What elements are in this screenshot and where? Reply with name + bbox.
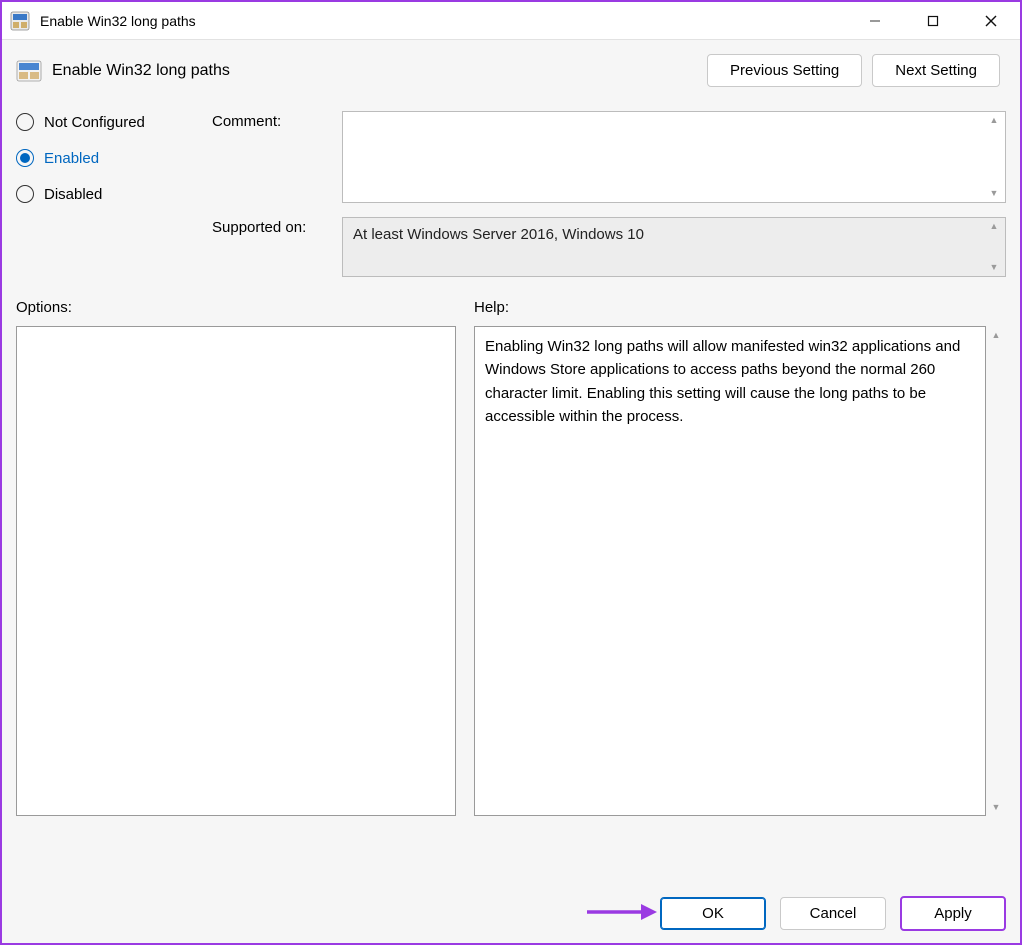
comment-textarea[interactable]: ▲ ▼ — [342, 111, 1006, 203]
help-wrap: Enabling Win32 long paths will allow man… — [474, 326, 1006, 878]
dialog-body: Enable Win32 long paths Previous Setting… — [2, 40, 1020, 943]
ok-button[interactable]: OK — [660, 897, 766, 930]
minimize-button[interactable] — [846, 2, 904, 39]
config-row: Not Configured Enabled Disabled Comment:… — [16, 111, 1006, 277]
scroll-up-icon: ▲ — [985, 222, 1003, 231]
window-title: Enable Win32 long paths — [40, 13, 846, 29]
state-radio-group: Not Configured Enabled Disabled — [16, 111, 188, 277]
radio-label: Disabled — [44, 186, 102, 203]
options-label: Options: — [16, 299, 456, 316]
close-button[interactable] — [962, 2, 1020, 39]
help-label: Help: — [474, 299, 509, 316]
footer-buttons: OK Cancel Apply — [16, 878, 1006, 931]
help-panel: Enabling Win32 long paths will allow man… — [474, 326, 986, 816]
policy-editor-window: Enable Win32 long paths — [0, 0, 1022, 945]
policy-icon — [16, 58, 42, 84]
options-panel — [16, 326, 456, 816]
panels-row: Enabling Win32 long paths will allow man… — [16, 326, 1006, 878]
panels-labels: Options: Help: — [16, 299, 1006, 316]
app-icon — [10, 11, 30, 31]
nav-buttons: Previous Setting Next Setting — [707, 54, 1000, 87]
radio-not-configured[interactable]: Not Configured — [16, 113, 188, 131]
radio-label: Enabled — [44, 150, 99, 167]
supported-on-value: At least Windows Server 2016, Windows 10 — [353, 226, 644, 243]
scroll-up-icon: ▲ — [986, 330, 1006, 340]
maximize-button[interactable] — [904, 2, 962, 39]
previous-setting-button[interactable]: Previous Setting — [707, 54, 862, 87]
fields-col: Comment: ▲ ▼ Supported on: At least Wind… — [212, 111, 1006, 277]
next-setting-button[interactable]: Next Setting — [872, 54, 1000, 87]
apply-button[interactable]: Apply — [900, 896, 1006, 931]
scroll-down-icon: ▼ — [986, 802, 1006, 812]
supported-label: Supported on: — [212, 217, 342, 236]
supported-scroll[interactable]: ▲ ▼ — [985, 218, 1003, 276]
comment-label: Comment: — [212, 111, 342, 130]
titlebar: Enable Win32 long paths — [2, 2, 1020, 40]
scroll-down-icon: ▼ — [985, 263, 1003, 272]
supported-on-box: At least Windows Server 2016, Windows 10… — [342, 217, 1006, 277]
help-scrollbar[interactable]: ▲ ▼ — [986, 326, 1006, 816]
comment-scroll[interactable]: ▲ ▼ — [985, 112, 1003, 202]
scroll-up-icon: ▲ — [985, 116, 1003, 125]
help-text: Enabling Win32 long paths will allow man… — [485, 338, 960, 425]
setting-title: Enable Win32 long paths — [52, 62, 707, 80]
window-controls — [846, 2, 1020, 39]
cancel-button[interactable]: Cancel — [780, 897, 886, 930]
radio-icon — [16, 185, 34, 203]
radio-icon — [16, 113, 34, 131]
radio-enabled[interactable]: Enabled — [16, 149, 188, 167]
scroll-down-icon: ▼ — [985, 189, 1003, 198]
radio-disabled[interactable]: Disabled — [16, 185, 188, 203]
header-row: Enable Win32 long paths Previous Setting… — [16, 54, 1006, 87]
radio-icon — [16, 149, 34, 167]
radio-label: Not Configured — [44, 114, 145, 131]
